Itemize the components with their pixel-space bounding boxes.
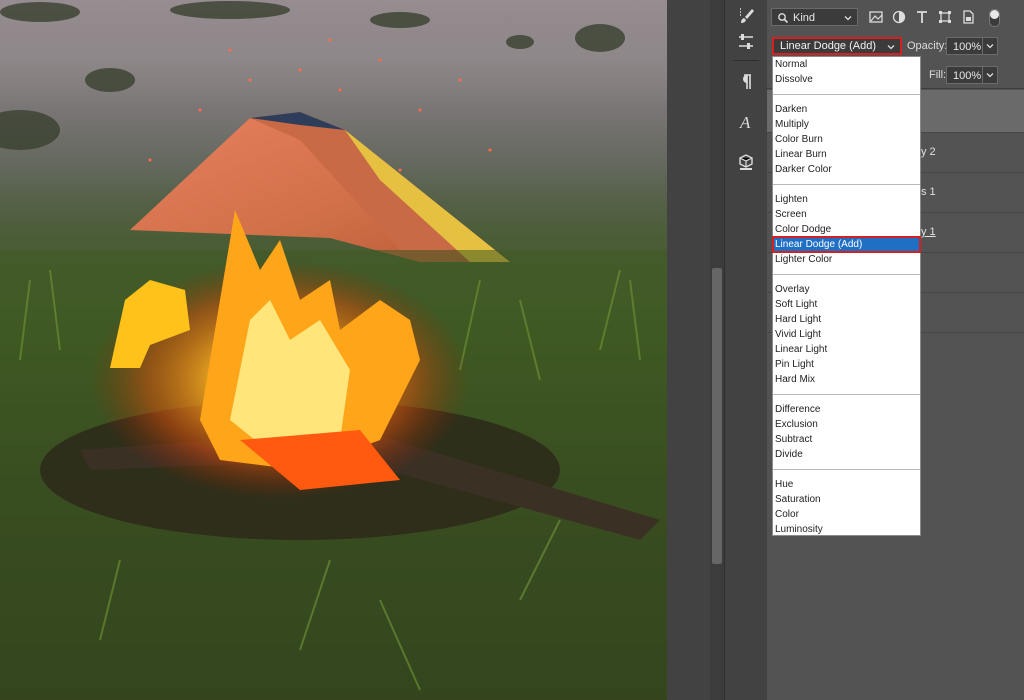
blend-mode-option-hard-mix[interactable]: Hard Mix	[773, 372, 920, 387]
blend-mode-option-dissolve[interactable]: Dissolve	[773, 72, 920, 87]
blend-mode-select[interactable]: Linear Dodge (Add)	[772, 37, 902, 55]
blend-mode-option-soft-light[interactable]: Soft Light	[773, 297, 920, 312]
blend-mode-option-overlay[interactable]: Overlay	[773, 282, 920, 297]
blend-mode-option-vivid-light[interactable]: Vivid Light	[773, 327, 920, 342]
blend-mode-option-lighter-color[interactable]: Lighter Color	[773, 252, 920, 267]
blend-mode-option-linear-light[interactable]: Linear Light	[773, 342, 920, 357]
fill-input[interactable]: 100%	[946, 66, 998, 84]
chevron-down-icon	[844, 16, 852, 21]
sliders-icon[interactable]	[731, 28, 761, 56]
paragraph-icon[interactable]	[731, 68, 761, 96]
chevron-down-icon	[887, 45, 895, 50]
fill-dropdown-button[interactable]	[982, 67, 997, 83]
blend-mode-option-divide[interactable]: Divide	[773, 447, 920, 462]
svg-text:A: A	[739, 113, 751, 132]
blend-mode-option-lighten[interactable]: Lighten	[773, 192, 920, 207]
filter-toggle-switch[interactable]	[989, 9, 1000, 27]
blend-mode-option-subtract[interactable]: Subtract	[773, 432, 920, 447]
blend-mode-menu: Normal Dissolve Darken Multiply Color Burn Li…	[772, 56, 921, 536]
layer-name: y 1	[921, 226, 936, 238]
blend-mode-option-linear-burn[interactable]: Linear Burn	[773, 147, 920, 162]
canvas-gutter	[667, 0, 710, 700]
layer-name: s 1	[921, 186, 936, 198]
blend-mode-option-luminosity[interactable]: Luminosity	[773, 522, 920, 537]
shape-layer-filter-icon[interactable]	[937, 9, 953, 25]
menu-separator	[773, 184, 920, 185]
blend-mode-option-darken[interactable]: Darken	[773, 102, 920, 117]
smart-object-filter-icon[interactable]	[960, 9, 976, 25]
blend-mode-option-linear-dodge-add[interactable]: Linear Dodge (Add)	[772, 236, 921, 253]
3d-cube-icon[interactable]	[731, 148, 761, 176]
menu-separator	[773, 469, 920, 470]
fill-value: 100%	[953, 70, 982, 82]
blend-mode-option-multiply[interactable]: Multiply	[773, 117, 920, 132]
blend-mode-option-hue[interactable]: Hue	[773, 477, 920, 492]
canvas-vertical-scrollbar[interactable]	[710, 0, 724, 700]
blend-mode-option-darker-color[interactable]: Darker Color	[773, 162, 920, 177]
panel-dock-strip: A	[724, 0, 768, 700]
adjustment-layer-filter-icon[interactable]	[891, 9, 907, 25]
layer-filter-kind-select[interactable]: Kind	[771, 8, 858, 26]
campfire-photo	[0, 0, 667, 700]
layer-name: y 2	[921, 146, 936, 158]
fill-label: Fill:	[929, 69, 947, 81]
opacity-value: 100%	[953, 41, 982, 53]
character-icon[interactable]: A	[731, 108, 761, 136]
opacity-dropdown-button[interactable]	[982, 38, 997, 54]
document-canvas[interactable]	[0, 0, 667, 700]
blend-mode-option-screen[interactable]: Screen	[773, 207, 920, 222]
search-icon	[778, 13, 789, 24]
scrollbar-thumb[interactable]	[712, 268, 722, 564]
blend-mode-option-difference[interactable]: Difference	[773, 402, 920, 417]
opacity-label: Opacity:	[907, 40, 948, 52]
kind-label: Kind	[793, 12, 816, 24]
pixel-layer-filter-icon[interactable]	[868, 9, 884, 25]
chevron-down-icon	[986, 73, 994, 78]
blend-mode-option-color-dodge[interactable]: Color Dodge	[773, 222, 920, 237]
type-layer-filter-icon[interactable]	[914, 9, 930, 25]
menu-separator	[773, 394, 920, 395]
menu-separator	[773, 94, 920, 95]
blend-mode-option-color[interactable]: Color	[773, 507, 920, 522]
blend-mode-option-pin-light[interactable]: Pin Light	[773, 357, 920, 372]
opacity-input[interactable]: 100%	[946, 37, 998, 55]
menu-separator	[773, 274, 920, 275]
blend-mode-option-color-burn[interactable]: Color Burn	[773, 132, 920, 147]
blend-mode-option-normal[interactable]: Normal	[773, 57, 920, 72]
blend-mode-value: Linear Dodge (Add)	[780, 40, 877, 52]
blend-mode-option-exclusion[interactable]: Exclusion	[773, 417, 920, 432]
chevron-down-icon	[986, 44, 994, 49]
blend-mode-option-saturation[interactable]: Saturation	[773, 492, 920, 507]
brush-icon[interactable]	[731, 2, 761, 30]
blend-mode-option-hard-light[interactable]: Hard Light	[773, 312, 920, 327]
